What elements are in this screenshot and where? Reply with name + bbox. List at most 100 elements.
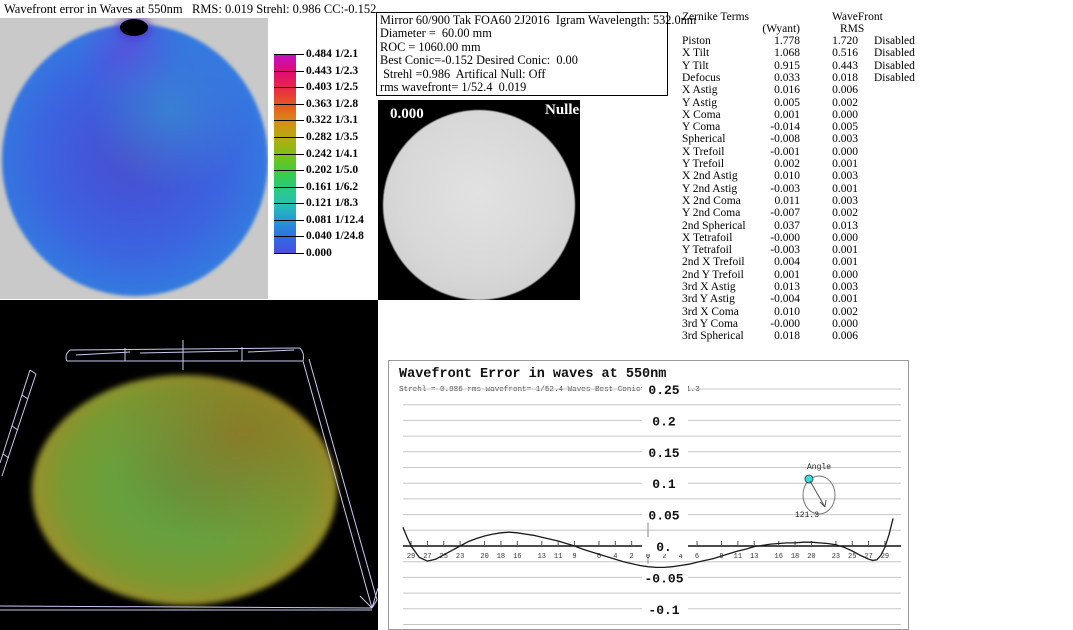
legend-tick	[274, 154, 304, 155]
legend-label: 0.161 1/6.2	[306, 181, 358, 193]
zernike-wyant-value: 0.001	[740, 269, 800, 281]
zernike-rms-value: 0.001	[798, 293, 858, 305]
legend-tick	[274, 137, 304, 138]
zernike-term-name: Y Tilt	[682, 60, 709, 72]
zernike-rms-value: 0.006	[798, 330, 858, 342]
x-tick-label: 18	[497, 553, 505, 561]
legend-entry: 0.202 1/5.0	[272, 165, 382, 177]
zernike-term-name: Y 2nd Coma	[682, 207, 740, 219]
zernike-term-name: X Astig	[682, 84, 717, 96]
x-tick-label: 13	[750, 553, 758, 561]
x-tick-label: 11	[554, 553, 562, 561]
legend-entry: 0.484 1/2.1	[272, 49, 382, 61]
legend-entry: 0.282 1/3.5	[272, 132, 382, 144]
zernike-term-name: Y Tetrafoil	[682, 244, 732, 256]
zernike-wyant-value: -0.000	[740, 318, 800, 330]
zernike-rms-header: RMS	[840, 23, 864, 35]
x-tick-label: 16	[775, 553, 783, 561]
x-tick-label: 9	[572, 553, 576, 561]
y-tick-label: 0.1	[652, 477, 676, 492]
angle-handle-dot[interactable]	[805, 475, 813, 483]
zernike-wyant-value: 1.068	[740, 47, 800, 59]
zernike-rms-value: 0.001	[798, 183, 858, 195]
legend-entry: 0.040 1/24.8	[272, 231, 382, 243]
zernike-title: Zernike Terms	[682, 11, 749, 23]
zernike-term-name: X Trefoil	[682, 146, 725, 158]
x-tick-label: 23	[456, 553, 464, 561]
zernike-rms-value: 0.003	[798, 133, 858, 145]
angle-arrow	[810, 481, 825, 507]
zernike-wyant-value: 0.002	[740, 158, 800, 170]
zernike-rms-value: 0.003	[798, 195, 858, 207]
zernike-rms-value: 0.000	[798, 232, 858, 244]
legend-label: 0.443 1/2.3	[306, 65, 358, 77]
angle-value-label: 121.3	[795, 511, 819, 520]
legend-label: 0.202 1/5.0	[306, 164, 358, 176]
y-tick-label: -0.05	[644, 571, 683, 586]
igram-null-label: Nulled	[545, 102, 580, 119]
legend-label: 0.363 1/2.8	[306, 98, 358, 110]
zernike-table: Zernike Terms WaveFront (Wyant) RMS Pist…	[682, 5, 942, 345]
zernike-rms-value: 0.003	[798, 281, 858, 293]
zernike-term-name: 3rd X Astig	[682, 281, 736, 293]
zernike-wyant-value: -0.003	[740, 244, 800, 256]
zernike-wyant-value: -0.014	[740, 121, 800, 133]
legend-tick	[274, 253, 304, 254]
zernike-wyant-value: 0.013	[740, 281, 800, 293]
zernike-rms-value: 0.002	[798, 306, 858, 318]
zernike-term-name: Y Astig	[682, 97, 717, 109]
zernike-term-name: X 2nd Coma	[682, 195, 741, 207]
zernike-wyant-value: 0.004	[740, 256, 800, 268]
y-tick-label: 0.25	[648, 383, 679, 398]
zernike-rms-value: 0.000	[798, 146, 858, 158]
zernike-term-name: 3rd X Coma	[682, 306, 739, 318]
zernike-wyant-value: -0.004	[740, 293, 800, 305]
legend-label: 0.121 1/8.3	[306, 197, 358, 209]
legend-label: 0.403 1/2.5	[306, 81, 358, 93]
info-line: Best Conic=-0.152 Desired Conic: 0.00	[380, 54, 664, 67]
zernike-rms-value: 0.001	[798, 256, 858, 268]
legend-label: 0.242 1/4.1	[306, 148, 358, 160]
zernike-term-name: 3rd Spherical	[682, 330, 744, 342]
zernike-rms-value: 0.000	[798, 109, 858, 121]
x-tick-label: 0	[646, 553, 650, 561]
info-line: Diameter = 60.00 mm	[380, 27, 664, 40]
zernike-rms-value: 0.006	[798, 84, 858, 96]
y-tick-label: 0.05	[648, 509, 679, 524]
legend-entry: 0.081 1/12.4	[272, 215, 382, 227]
legend-tick	[274, 220, 304, 221]
zernike-rms-value: 0.002	[798, 97, 858, 109]
zernike-wyant-value: 0.010	[740, 170, 800, 182]
contour-wavefront-disk	[2, 24, 268, 296]
info-line: ROC = 1060.00 mm	[380, 41, 664, 54]
x-tick-label: 4	[679, 553, 683, 561]
info-line: rms wavefront= 1/52.4 0.019	[380, 81, 664, 94]
legend-entry: 0.242 1/4.1	[272, 149, 382, 161]
legend-tick	[274, 104, 304, 105]
zernike-term-name: 2nd X Trefoil	[682, 256, 745, 268]
zernike-term-name: 3rd Y Astig	[682, 293, 735, 305]
zernike-term-name: Piston	[682, 35, 711, 47]
zernike-rms-value: 1.720	[798, 35, 858, 47]
zernike-term-name: X Tetrafoil	[682, 232, 732, 244]
legend-tick	[274, 187, 304, 188]
zernike-term-name: Y Coma	[682, 121, 720, 133]
zernike-status: Disabled	[874, 47, 915, 59]
surface-3d-wireframe	[0, 300, 378, 630]
zernike-wyant-value: 0.011	[740, 195, 800, 207]
zernike-wyant-value: 0.915	[740, 60, 800, 72]
zernike-term-name: X 2nd Astig	[682, 170, 738, 182]
zernike-wyant-value: 0.005	[740, 97, 800, 109]
zernike-wyant-value: 0.016	[740, 84, 800, 96]
x-tick-label: 18	[791, 553, 799, 561]
legend-tick	[274, 170, 304, 171]
zernike-wyant-value: -0.007	[740, 207, 800, 219]
legend-entry: 0.363 1/2.8	[272, 99, 382, 111]
zernike-rms-value: 0.003	[798, 170, 858, 182]
legend-label: 0.282 1/3.5	[306, 131, 358, 143]
zernike-term-name: Y Trefoil	[682, 158, 724, 170]
zernike-wyant-value: -0.008	[740, 133, 800, 145]
igram-defocus-label: 0.000	[390, 106, 424, 123]
interferogram-panel: 0.000 Nulled	[378, 100, 580, 300]
wavefront-summary-title: Wavefront error in Waves at 550nm RMS: 0…	[4, 2, 376, 17]
